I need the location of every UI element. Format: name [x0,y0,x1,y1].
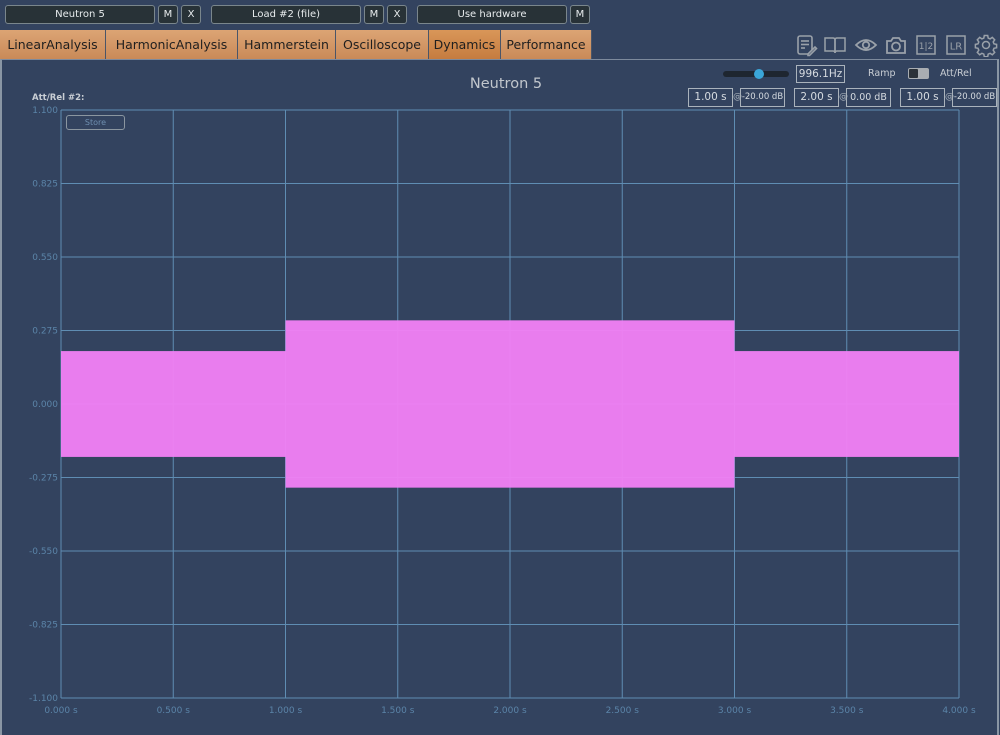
x-tick-label: 1.500 s [381,706,415,716]
oscilloscope-plot: 0.000 s 0.500 s 1.000 s 1.500 s 2.000 s 2.500… [29,106,976,716]
signal-segment [734,351,959,457]
store-button[interactable]: Store [66,115,125,130]
x-tick-label: 3.500 s [830,706,864,716]
y-tick-label: 0.825 [32,180,58,190]
x-tick-label: 2.000 s [493,706,527,716]
y-tick-label: 0.275 [32,327,58,337]
signal-segment [61,351,286,457]
x-tick-label: 0.000 s [44,706,78,716]
y-tick-label: 1.100 [32,106,58,116]
y-tick-label: -0.275 [29,474,58,484]
signal-segment [285,320,735,488]
y-tick-label: -0.825 [29,621,58,631]
x-tick-label: 3.000 s [718,706,752,716]
x-tick-label: 0.500 s [157,706,191,716]
y-tick-label: 0.550 [32,253,58,263]
y-tick-label: 0.000 [32,400,58,410]
x-tick-label: 4.000 s [942,706,976,716]
y-tick-label: -0.550 [29,547,58,557]
y-tick-label: -1.100 [29,694,58,704]
x-tick-label: 2.500 s [606,706,640,716]
x-tick-label: 1.000 s [269,706,303,716]
